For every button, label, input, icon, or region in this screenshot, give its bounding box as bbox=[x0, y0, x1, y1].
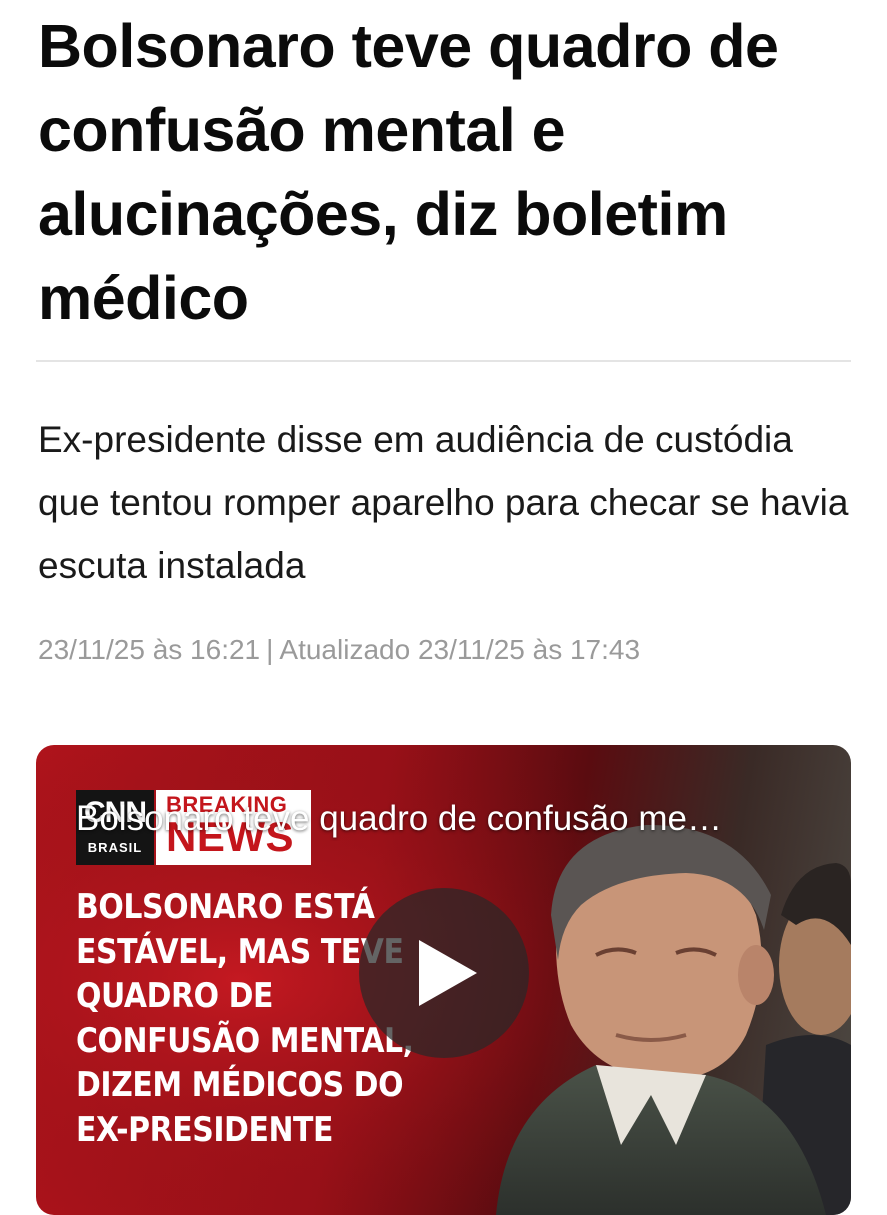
video-player[interactable]: CNN BRASIL BREAKING NEWS Bolsonaro teve … bbox=[36, 745, 851, 1215]
video-title[interactable]: Bolsonaro teve quadro de confusão me… bbox=[76, 797, 816, 841]
published-time: 23/11/25 às 16:21 bbox=[38, 634, 261, 665]
play-button[interactable] bbox=[359, 888, 529, 1058]
logo-subtext: BRASIL bbox=[87, 840, 143, 855]
timestamp-separator: | bbox=[266, 634, 274, 665]
divider bbox=[36, 360, 851, 362]
chyron-line: DIZEM MÉDICOS DO bbox=[76, 1065, 404, 1105]
article-headline: Bolsonaro teve quadro de confusão mental… bbox=[38, 12, 779, 332]
play-icon bbox=[419, 940, 477, 1006]
article-subtitle: Ex-presidente disse em audiência de cust… bbox=[38, 419, 849, 586]
chyron-line: EX-PRESIDENTE bbox=[76, 1109, 334, 1150]
updated-time: Atualizado 23/11/25 às 17:43 bbox=[279, 634, 641, 665]
article-timestamps: 23/11/25 às 16:21 | Atualizado 23/11/25 às… bbox=[38, 630, 640, 670]
